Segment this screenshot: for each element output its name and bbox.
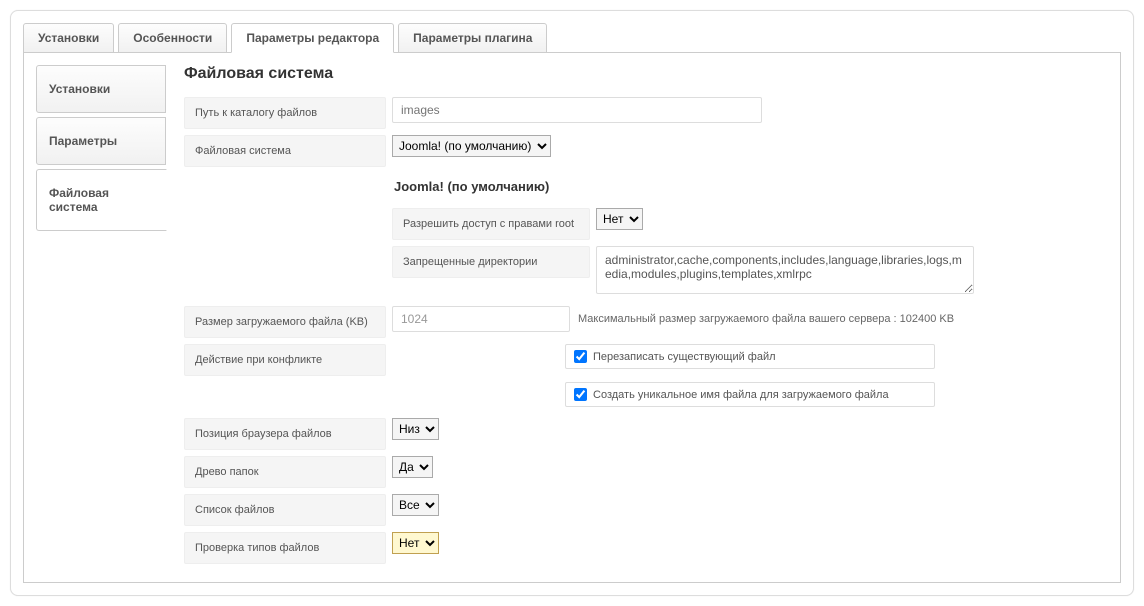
label-root-access: Разрешить доступ с правами root bbox=[392, 208, 590, 240]
input-upload-size[interactable] bbox=[392, 306, 570, 332]
checkbox-row-overwrite: Перезаписать существующий файл bbox=[565, 344, 935, 369]
select-root-access[interactable]: Нет bbox=[596, 208, 643, 230]
side-tabs: Установки Параметры Файловая система bbox=[36, 65, 166, 570]
checkbox-unique-name[interactable] bbox=[574, 388, 587, 401]
upload-size-hint: Максимальный размер загружаемого файла в… bbox=[578, 313, 954, 325]
checkbox-overwrite[interactable] bbox=[574, 350, 587, 363]
label-type-check: Проверка типов файлов bbox=[184, 532, 386, 564]
label-upload-size: Размер загружаемого файла (KB) bbox=[184, 306, 386, 338]
label-file-list: Список файлов bbox=[184, 494, 386, 526]
label-conflict-action: Действие при конфликте bbox=[184, 344, 386, 376]
select-file-list[interactable]: Все bbox=[392, 494, 439, 516]
textarea-forbidden-dirs[interactable]: administrator,cache,components,includes,… bbox=[596, 246, 974, 294]
tab-parametry-plagina[interactable]: Параметры плагина bbox=[398, 23, 547, 53]
checkbox-row-unique: Создать уникальное имя файла для загружа… bbox=[565, 382, 935, 407]
label-filesystem: Файловая система bbox=[184, 135, 386, 167]
checkbox-overwrite-label: Перезаписать существующий файл bbox=[593, 351, 776, 363]
input-file-path[interactable] bbox=[392, 97, 762, 123]
label-browser-position: Позиция браузера файлов bbox=[184, 418, 386, 450]
filesystem-subsection: Joomla! (по умолчанию) Разрешить доступ … bbox=[392, 179, 1108, 294]
section-heading: Файловая система bbox=[184, 65, 1108, 83]
select-filesystem[interactable]: Joomla! (по умолчанию) bbox=[392, 135, 551, 157]
top-tabs: Установки Особенности Параметры редактор… bbox=[23, 23, 1121, 53]
tab-osobennosti[interactable]: Особенности bbox=[118, 23, 227, 53]
label-forbidden-dirs: Запрещенные директории bbox=[392, 246, 590, 278]
select-type-check[interactable]: Нет bbox=[392, 532, 439, 554]
subsection-heading: Joomla! (по умолчанию) bbox=[392, 179, 1108, 194]
side-tab-parametry[interactable]: Параметры bbox=[36, 117, 166, 165]
checkbox-unique-name-label: Создать уникальное имя файла для загружа… bbox=[593, 389, 889, 401]
tab-ustanovki[interactable]: Установки bbox=[23, 23, 114, 53]
label-folder-tree: Древо папок bbox=[184, 456, 386, 488]
editor-settings-panel: Установки Особенности Параметры редактор… bbox=[10, 10, 1134, 596]
main-form: Файловая система Путь к каталогу файлов … bbox=[184, 65, 1108, 570]
label-file-path: Путь к каталогу файлов bbox=[184, 97, 386, 129]
select-browser-position[interactable]: Низ bbox=[392, 418, 439, 440]
tab-parametry-redaktora[interactable]: Параметры редактора bbox=[231, 23, 394, 53]
side-tab-ustanovki[interactable]: Установки bbox=[36, 65, 166, 113]
select-folder-tree[interactable]: Да bbox=[392, 456, 433, 478]
side-tab-filesystem[interactable]: Файловая система bbox=[36, 169, 167, 231]
content-area: Установки Параметры Файловая система Фай… bbox=[23, 52, 1121, 583]
